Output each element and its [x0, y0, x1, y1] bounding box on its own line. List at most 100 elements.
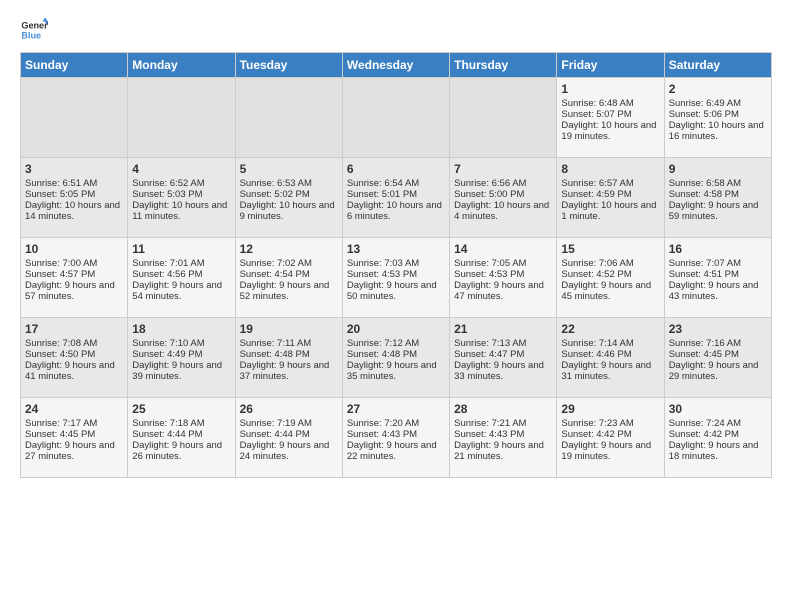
day-info: Sunrise: 7:13 AM [454, 338, 552, 349]
day-number: 28 [454, 402, 552, 416]
day-info: Sunset: 4:49 PM [132, 349, 230, 360]
day-info: Daylight: 9 hours and 22 minutes. [347, 440, 445, 462]
cell-4-7: 23Sunrise: 7:16 AMSunset: 4:45 PMDayligh… [664, 318, 771, 398]
logo: General Blue [20, 16, 48, 44]
day-info: Sunset: 5:01 PM [347, 189, 445, 200]
day-info: Sunrise: 7:06 AM [561, 258, 659, 269]
day-info: Sunrise: 6:53 AM [240, 178, 338, 189]
day-info: Sunset: 5:02 PM [240, 189, 338, 200]
logo-icon: General Blue [20, 16, 48, 44]
day-info: Daylight: 9 hours and 19 minutes. [561, 440, 659, 462]
day-info: Sunrise: 6:49 AM [669, 98, 767, 109]
week-row-2: 3Sunrise: 6:51 AMSunset: 5:05 PMDaylight… [21, 158, 772, 238]
day-info: Sunset: 4:53 PM [454, 269, 552, 280]
day-info: Sunset: 4:44 PM [132, 429, 230, 440]
day-info: Daylight: 9 hours and 37 minutes. [240, 360, 338, 382]
day-info: Sunset: 5:05 PM [25, 189, 123, 200]
cell-5-3: 26Sunrise: 7:19 AMSunset: 4:44 PMDayligh… [235, 398, 342, 478]
cell-3-7: 16Sunrise: 7:07 AMSunset: 4:51 PMDayligh… [664, 238, 771, 318]
day-number: 16 [669, 242, 767, 256]
cell-3-6: 15Sunrise: 7:06 AMSunset: 4:52 PMDayligh… [557, 238, 664, 318]
day-number: 22 [561, 322, 659, 336]
day-number: 1 [561, 82, 659, 96]
day-header-wednesday: Wednesday [342, 53, 449, 78]
day-info: Sunset: 4:43 PM [454, 429, 552, 440]
day-number: 8 [561, 162, 659, 176]
cell-4-4: 20Sunrise: 7:12 AMSunset: 4:48 PMDayligh… [342, 318, 449, 398]
day-info: Daylight: 9 hours and 21 minutes. [454, 440, 552, 462]
cell-5-4: 27Sunrise: 7:20 AMSunset: 4:43 PMDayligh… [342, 398, 449, 478]
day-info: Sunset: 4:46 PM [561, 349, 659, 360]
cell-5-1: 24Sunrise: 7:17 AMSunset: 4:45 PMDayligh… [21, 398, 128, 478]
day-info: Sunrise: 6:51 AM [25, 178, 123, 189]
cell-4-3: 19 Sunrise: 7:11 AMSunset: 4:48 PMDayligh… [235, 318, 342, 398]
day-info: Daylight: 9 hours and 50 minutes. [347, 280, 445, 302]
day-info: Sunrise: 6:58 AM [669, 178, 767, 189]
day-number: 13 [347, 242, 445, 256]
day-info: Sunrise: 7:21 AM [454, 418, 552, 429]
day-info: Daylight: 9 hours and 43 minutes. [669, 280, 767, 302]
day-number: 23 [669, 322, 767, 336]
day-info: Sunrise: 7:16 AM [669, 338, 767, 349]
cell-5-7: 30Sunrise: 7:24 AMSunset: 4:42 PMDayligh… [664, 398, 771, 478]
day-info: Daylight: 9 hours and 59 minutes. [669, 200, 767, 222]
cell-3-1: 10Sunrise: 7:00 AMSunset: 4:57 PMDayligh… [21, 238, 128, 318]
day-info: Sunset: 4:59 PM [561, 189, 659, 200]
day-info: Daylight: 9 hours and 27 minutes. [25, 440, 123, 462]
day-info: Sunrise: 7:19 AM [240, 418, 338, 429]
day-info: Sunrise: 7:07 AM [669, 258, 767, 269]
cell-2-2: 4Sunrise: 6:52 AMSunset: 5:03 PMDaylight… [128, 158, 235, 238]
day-info: Daylight: 9 hours and 33 minutes. [454, 360, 552, 382]
cell-3-5: 14Sunrise: 7:05 AMSunset: 4:53 PMDayligh… [450, 238, 557, 318]
day-header-sunday: Sunday [21, 53, 128, 78]
day-number: 4 [132, 162, 230, 176]
day-number: 19 [240, 322, 338, 336]
day-info: Sunrise: 7:02 AM [240, 258, 338, 269]
day-header-monday: Monday [128, 53, 235, 78]
day-number: 30 [669, 402, 767, 416]
day-info: Daylight: 9 hours and 18 minutes. [669, 440, 767, 462]
day-number: 17 [25, 322, 123, 336]
day-number: 20 [347, 322, 445, 336]
cell-5-5: 28 Sunrise: 7:21 AMSunset: 4:43 PMDayligh… [450, 398, 557, 478]
day-info: Sunrise: 7:03 AM [347, 258, 445, 269]
day-info: Sunrise: 6:52 AM [132, 178, 230, 189]
day-info: Sunset: 4:48 PM [240, 349, 338, 360]
day-info: Sunset: 4:42 PM [669, 429, 767, 440]
day-number: 3 [25, 162, 123, 176]
calendar-table: SundayMondayTuesdayWednesdayThursdayFrid… [20, 52, 772, 478]
day-info: Sunrise: 7:11 AM [240, 338, 338, 349]
cell-1-6: 1Sunrise: 6:48 AMSunset: 5:07 PMDaylight… [557, 78, 664, 158]
day-number: 11 [132, 242, 230, 256]
page: General Blue SundayMondayTuesdayWednesda… [0, 0, 792, 612]
cell-1-1 [21, 78, 128, 158]
day-info: Sunset: 5:07 PM [561, 109, 659, 120]
header-row: SundayMondayTuesdayWednesdayThursdayFrid… [21, 53, 772, 78]
cell-3-4: 13 Sunrise: 7:03 AMSunset: 4:53 PMDayligh… [342, 238, 449, 318]
cell-4-6: 22Sunrise: 7:14 AMSunset: 4:46 PMDayligh… [557, 318, 664, 398]
day-info: Sunset: 4:44 PM [240, 429, 338, 440]
cell-1-2 [128, 78, 235, 158]
day-info: Daylight: 10 hours and 16 minutes. [669, 120, 767, 142]
day-number: 10 [25, 242, 123, 256]
day-info: Daylight: 9 hours and 29 minutes. [669, 360, 767, 382]
cell-1-3 [235, 78, 342, 158]
day-number: 6 [347, 162, 445, 176]
day-info: Daylight: 9 hours and 41 minutes. [25, 360, 123, 382]
week-row-1: 1Sunrise: 6:48 AMSunset: 5:07 PMDaylight… [21, 78, 772, 158]
day-number: 18 [132, 322, 230, 336]
cell-4-1: 17Sunrise: 7:08 AMSunset: 4:50 PMDayligh… [21, 318, 128, 398]
day-info: Daylight: 10 hours and 14 minutes. [25, 200, 123, 222]
day-info: Sunset: 4:42 PM [561, 429, 659, 440]
day-info: Daylight: 9 hours and 31 minutes. [561, 360, 659, 382]
day-number: 24 [25, 402, 123, 416]
day-info: Sunset: 5:03 PM [132, 189, 230, 200]
day-info: Sunset: 4:50 PM [25, 349, 123, 360]
day-info: Sunset: 4:53 PM [347, 269, 445, 280]
day-info: Sunrise: 7:05 AM [454, 258, 552, 269]
cell-1-7: 2Sunrise: 6:49 AMSunset: 5:06 PMDaylight… [664, 78, 771, 158]
day-number: 7 [454, 162, 552, 176]
day-info: Sunset: 5:06 PM [669, 109, 767, 120]
day-info: Sunrise: 7:01 AM [132, 258, 230, 269]
cell-2-6: 8Sunrise: 6:57 AMSunset: 4:59 PMDaylight… [557, 158, 664, 238]
